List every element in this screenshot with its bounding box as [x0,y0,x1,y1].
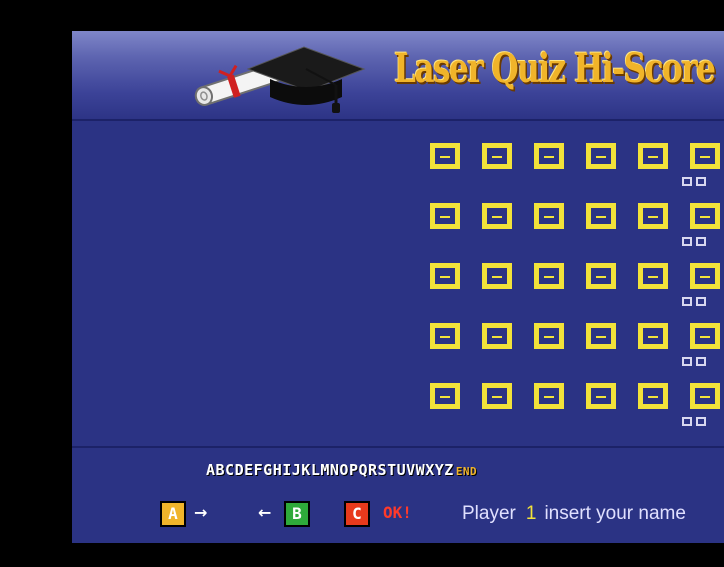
score-digit-slot [696,357,706,366]
hiscore-screen: Laser Quiz Hi-Score ABCDEFGHIJKLMNOPQRST… [72,31,724,543]
end-button[interactable]: END [456,465,477,478]
score-digit-slot [696,177,706,186]
name-slot [430,263,460,289]
score-digit-slot [696,417,706,426]
status-prefix: Player [462,503,516,524]
name-slot [586,203,616,229]
name-slot [690,383,720,409]
name-slot [638,203,668,229]
name-slot [586,143,616,169]
name-slot [586,383,616,409]
footer-divider [72,446,724,448]
score-digit-slot [682,237,692,246]
name-slot [638,323,668,349]
name-slot [482,203,512,229]
score-digit-slot [696,237,706,246]
score-digit-slot [682,177,692,186]
name-slot [638,143,668,169]
name-slot [534,323,564,349]
name-slot [430,383,460,409]
name-slot [482,383,512,409]
name-slot [534,143,564,169]
name-slot [690,263,720,289]
name-slot [430,143,460,169]
c-button[interactable]: C [344,501,370,527]
a-button[interactable]: A [160,501,186,527]
b-button[interactable]: B [284,501,310,527]
name-slot [690,143,720,169]
name-slot [638,383,668,409]
right-arrow-icon: → [194,503,208,522]
name-slot [586,263,616,289]
name-slot [586,323,616,349]
score-digit-slot [682,297,692,306]
name-slot [482,263,512,289]
name-slot [638,263,668,289]
left-arrow-icon: ← [258,503,272,522]
name-slot [690,203,720,229]
name-slot [430,323,460,349]
status-message: Player 1 insert your name [462,503,686,525]
player-number: 1 [525,503,537,524]
status-suffix: insert your name [544,503,686,524]
name-slot [690,323,720,349]
name-slot [482,143,512,169]
ok-label: OK! [383,503,412,522]
name-slot [534,383,564,409]
name-slot [430,203,460,229]
name-slot [482,323,512,349]
name-slot [534,203,564,229]
header-divider [72,119,724,121]
alphabet-picker[interactable]: ABCDEFGHIJKLMNOPQRSTUVWXYZ END [206,461,477,479]
score-digit-slot [682,357,692,366]
page-title: Laser Quiz Hi-Score [394,45,716,92]
graduation-cap-icon [194,46,366,113]
name-slot [534,263,564,289]
alphabet-letters[interactable]: ABCDEFGHIJKLMNOPQRSTUVWXYZ [206,461,454,479]
score-digit-slot [696,297,706,306]
score-digit-slot [682,417,692,426]
